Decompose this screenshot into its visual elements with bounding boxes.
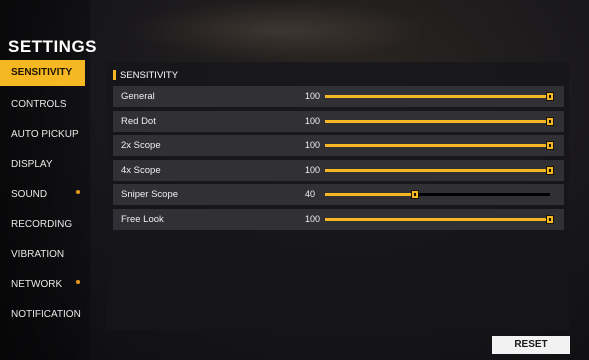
sidebar: SETTINGS SENSITIVITY CONTROLS AUTO PICKU… [0, 0, 97, 360]
slider-handle[interactable] [546, 214, 554, 224]
row-label: Red Dot [121, 115, 156, 127]
row-value: 100 [305, 164, 321, 175]
sensitivity-row: 2x Scope 100 [113, 135, 564, 156]
sensitivity-slider[interactable] [325, 190, 550, 199]
notification-dot-icon [76, 190, 80, 194]
row-value: 40 [305, 189, 316, 199]
row-value: 100 [305, 213, 321, 224]
sidebar-item-label: CONTROLS [11, 99, 67, 110]
row-label: Sniper Scope [121, 189, 179, 200]
sensitivity-row: 4x Scope 100 [113, 159, 564, 181]
row-label: 2x Scope [121, 140, 161, 151]
reset-button[interactable]: RESET [492, 336, 570, 354]
sensitivity-slider[interactable] [325, 141, 554, 150]
sidebar-item-display[interactable]: DISPLAY [0, 150, 86, 180]
sidebar-item-label: SENSITIVITY [11, 67, 73, 78]
sensitivity-slider[interactable] [325, 92, 554, 101]
panel-header: SENSITIVITY [113, 69, 178, 81]
sidebar-item-auto-pickup[interactable]: AUTO PICKUP [0, 120, 86, 150]
sensitivity-row: Sniper Scope 40 [113, 184, 564, 205]
panel-title: SENSITIVITY [120, 69, 179, 81]
slider-fill [325, 144, 550, 147]
slider-fill [325, 95, 550, 98]
sensitivity-slider[interactable] [325, 116, 554, 126]
sidebar-item-label: RECORDING [11, 219, 73, 230]
slider-handle[interactable] [411, 190, 419, 199]
row-label: 4x Scope [121, 164, 161, 176]
slider-handle[interactable] [546, 116, 554, 126]
sensitivity-row: Red Dot 100 [113, 110, 564, 132]
sensitivity-row: Free Look 100 [113, 208, 564, 230]
sidebar-item-label: NETWORK [11, 279, 63, 290]
slider-fill [325, 168, 550, 172]
slider-handle[interactable] [546, 165, 554, 175]
sidebar-item-controls[interactable]: CONTROLS [0, 90, 86, 120]
sidebar-item-vibration[interactable]: VIBRATION [0, 240, 86, 270]
row-value: 100 [305, 91, 321, 101]
sidebar-item-sound[interactable]: SOUND [0, 180, 86, 210]
slider-fill [325, 193, 415, 196]
sidebar-item-network[interactable]: NETWORK [0, 270, 86, 300]
sensitivity-panel: SENSITIVITY General 100 Red Dot 100 2x S… [107, 62, 569, 330]
sidebar-item-label: AUTO PICKUP [11, 129, 79, 140]
sidebar-menu: SENSITIVITY CONTROLS AUTO PICKUP DISPLAY… [0, 60, 86, 330]
sensitivity-rows: General 100 Red Dot 100 2x Scope 100 4x … [113, 86, 564, 233]
slider-handle[interactable] [546, 141, 554, 150]
settings-title: SETTINGS [8, 37, 98, 56]
header-accent-bar [113, 70, 116, 80]
sensitivity-slider[interactable] [325, 214, 554, 224]
row-label: Free Look [121, 213, 164, 225]
background-glow [130, 0, 430, 60]
sidebar-item-label: VIBRATION [11, 249, 65, 260]
sensitivity-row: General 100 [113, 86, 564, 107]
slider-handle[interactable] [546, 92, 554, 101]
slider-fill [325, 217, 550, 221]
slider-fill [325, 119, 550, 123]
sidebar-item-recording[interactable]: RECORDING [0, 210, 86, 240]
sidebar-item-label: NOTIFICATION [11, 309, 81, 320]
notification-dot-icon [76, 280, 80, 284]
row-value: 100 [305, 115, 321, 126]
row-label: General [121, 91, 155, 102]
sensitivity-slider[interactable] [325, 165, 554, 175]
sidebar-item-label: DISPLAY [11, 159, 53, 170]
sidebar-item-notification[interactable]: NOTIFICATION [0, 300, 86, 330]
row-value: 100 [305, 140, 321, 150]
sidebar-item-label: SOUND [11, 189, 48, 200]
sidebar-item-sensitivity[interactable]: SENSITIVITY [0, 60, 85, 86]
